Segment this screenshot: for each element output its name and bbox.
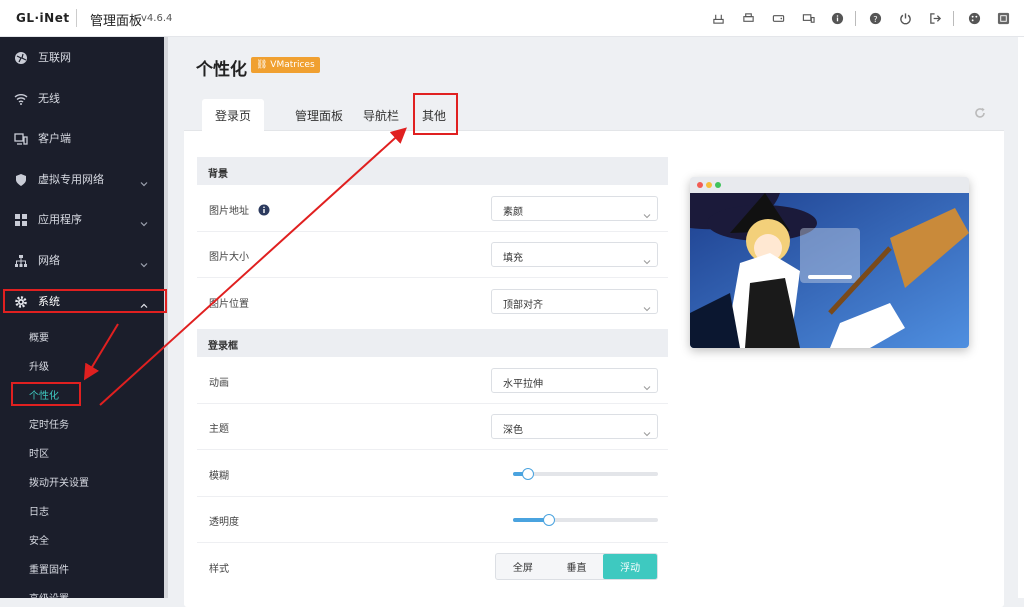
- printer-icon[interactable]: [741, 11, 755, 25]
- tab-bar: 登录页 管理面板 导航栏 其他: [184, 87, 1004, 131]
- chevron-down-icon: [643, 251, 651, 265]
- sidebar-subitem-timezone[interactable]: 时区: [0, 437, 164, 466]
- version-label: v4.6.4: [141, 13, 173, 24]
- drive-icon[interactable]: [771, 11, 785, 25]
- theme-icon[interactable]: [967, 11, 981, 25]
- devices-icon[interactable]: [801, 11, 815, 25]
- chevron-down-icon: [643, 377, 651, 391]
- sidebar-subitem-log[interactable]: 日志: [0, 495, 164, 524]
- sidebar-item-wireless[interactable]: 无线: [0, 78, 164, 118]
- refresh-icon[interactable]: [974, 104, 986, 118]
- brand-logo[interactable]: GL·iNet: [16, 11, 70, 25]
- sidebar-item-applications[interactable]: 应用程序: [0, 199, 164, 239]
- opacity-slider-thumb[interactable]: [543, 514, 556, 526]
- row-image-url: 图片地址 素颜: [197, 186, 668, 232]
- theme-select[interactable]: 深色: [491, 414, 658, 439]
- badge-label: VMatrices: [270, 60, 315, 70]
- style-option-floating[interactable]: 浮动: [603, 554, 658, 579]
- apps-icon: [14, 212, 28, 226]
- chevron-down-icon: [643, 205, 651, 219]
- sidebar-item-internet[interactable]: 互联网: [0, 37, 164, 77]
- chevron-down-icon: [140, 173, 148, 187]
- clients-icon: [14, 131, 28, 145]
- style-option-vertical[interactable]: 垂直: [550, 554, 604, 579]
- window-minimize-dot: [706, 182, 712, 188]
- chevron-down-icon: [643, 423, 651, 437]
- image-size-select[interactable]: 填充: [491, 242, 658, 267]
- sidebar: 互联网 无线 客户端 虚拟专用网络 应用程序 网络 系统 概要 升级 个性化 定…: [0, 37, 164, 598]
- login-preview: [690, 177, 969, 348]
- page-title: 个性化: [196, 60, 247, 80]
- info-icon[interactable]: [830, 11, 844, 25]
- help-icon[interactable]: ?: [868, 11, 882, 25]
- sidebar-subitem-advanced[interactable]: 高级设置: [0, 582, 164, 598]
- toolbar-divider: [953, 11, 954, 26]
- gear-icon: [14, 294, 28, 308]
- sidebar-subitem-toggle-switch[interactable]: 拨动开关设置: [0, 466, 164, 495]
- logout-icon[interactable]: [928, 11, 942, 25]
- shield-icon: [14, 172, 28, 186]
- sidebar-subitem-reset-firmware[interactable]: 重置固件: [0, 553, 164, 582]
- sidebar-subitem-overview[interactable]: 概要: [0, 321, 164, 350]
- section-header-background: 背景: [197, 157, 668, 185]
- section-header-login-box: 登录框: [197, 329, 668, 357]
- preview-background-image: [690, 193, 969, 348]
- sidebar-subitem-scheduled-tasks[interactable]: 定时任务: [0, 408, 164, 437]
- sidebar-item-system[interactable]: 系统: [0, 281, 164, 321]
- row-style: 样式 全屏 垂直 浮动: [197, 544, 668, 590]
- window-maximize-dot: [715, 182, 721, 188]
- tab-admin-panel[interactable]: 管理面板: [274, 99, 364, 131]
- sidebar-subitem-personalization[interactable]: 个性化: [0, 379, 164, 408]
- window-close-dot: [697, 182, 703, 188]
- globe-icon: [14, 50, 28, 64]
- row-blur: 模糊: [197, 451, 668, 497]
- chevron-down-icon: [140, 254, 148, 268]
- language-icon[interactable]: [996, 11, 1010, 25]
- svg-text:?: ?: [873, 13, 877, 23]
- main-scrollbar[interactable]: [1018, 37, 1024, 598]
- sidebar-item-network[interactable]: 网络: [0, 240, 164, 280]
- row-opacity: 透明度: [197, 497, 668, 543]
- tab-other[interactable]: 其他: [414, 99, 454, 131]
- tab-login-page[interactable]: 登录页: [202, 99, 264, 131]
- sidebar-item-clients[interactable]: 客户端: [0, 118, 164, 158]
- info-icon[interactable]: [258, 201, 270, 216]
- animation-select[interactable]: 水平拉伸: [491, 368, 658, 393]
- row-theme: 主题 深色: [197, 404, 668, 450]
- blur-slider[interactable]: [513, 468, 658, 480]
- network-tree-icon: [14, 253, 28, 267]
- brand-divider: [76, 9, 77, 27]
- sidebar-scrollbar[interactable]: [164, 37, 168, 598]
- wifi-icon: [14, 91, 28, 105]
- sidebar-subitem-security[interactable]: 安全: [0, 524, 164, 553]
- chevron-up-icon: [140, 295, 148, 308]
- tab-navbar[interactable]: 导航栏: [352, 99, 410, 131]
- preview-window-bar: [690, 177, 969, 193]
- top-bar: GL·iNet 管理面板 v4.6.4 ?: [0, 0, 1024, 37]
- image-url-select[interactable]: 素颜: [491, 196, 658, 221]
- toolbar-divider: [855, 11, 856, 26]
- chevron-down-icon: [140, 213, 148, 227]
- opacity-slider[interactable]: [513, 514, 658, 526]
- power-icon[interactable]: [898, 11, 912, 25]
- sidebar-item-vpn[interactable]: 虚拟专用网络: [0, 159, 164, 199]
- sidebar-subitem-upgrade[interactable]: 升级: [0, 350, 164, 379]
- blur-slider-thumb[interactable]: [521, 468, 534, 480]
- image-position-select[interactable]: 顶部对齐: [491, 289, 658, 314]
- theme-badge[interactable]: ⛓ VMatrices: [251, 57, 320, 73]
- row-animation: 动画 水平拉伸: [197, 358, 668, 404]
- style-segmented-control: 全屏 垂直 浮动: [495, 553, 658, 580]
- style-option-fullscreen[interactable]: 全屏: [496, 554, 550, 579]
- chevron-down-icon: [643, 298, 651, 312]
- app-title: 管理面板: [90, 14, 143, 29]
- row-image-size: 图片大小 填充: [197, 232, 668, 278]
- row-image-position: 图片位置 顶部对齐: [197, 279, 668, 325]
- network-icon[interactable]: [711, 11, 725, 25]
